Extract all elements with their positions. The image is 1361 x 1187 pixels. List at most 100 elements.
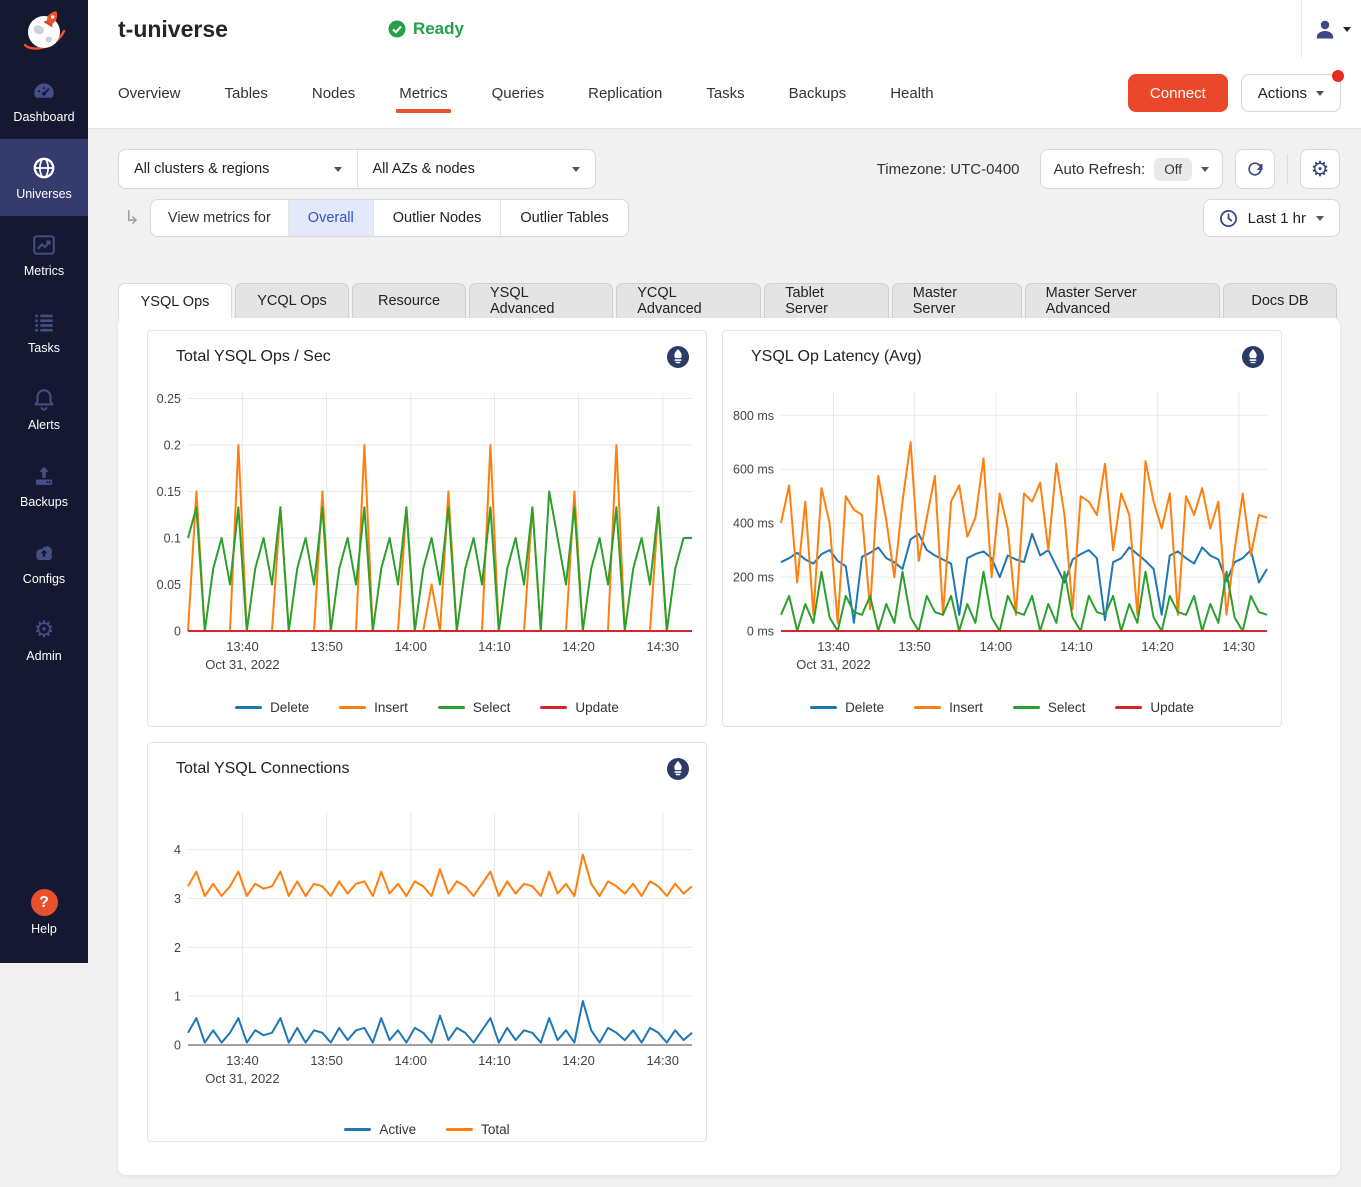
- y-tick-label: 0.05: [157, 578, 181, 592]
- metric-tab-ycql-advanced[interactable]: YCQL Advanced: [616, 283, 761, 318]
- x-tick-label: 14:10: [478, 639, 511, 654]
- metric-tab-ysql-advanced[interactable]: YSQL Advanced: [469, 283, 613, 318]
- sidebar-item-label: Metrics: [24, 264, 64, 278]
- tab-tables[interactable]: Tables: [225, 85, 268, 102]
- chevron-down-icon: [1316, 91, 1324, 96]
- metric-tab-ysql-ops[interactable]: YSQL Ops: [118, 283, 232, 319]
- sidebar-item-admin[interactable]: ⚙ Admin: [0, 601, 88, 678]
- legend-item-update[interactable]: Update: [1115, 700, 1194, 715]
- tab-backups[interactable]: Backups: [789, 85, 847, 102]
- time-range-select[interactable]: Last 1 hr: [1203, 199, 1340, 237]
- legend-item-delete[interactable]: Delete: [810, 700, 884, 715]
- sidebar-item-label: Backups: [20, 495, 68, 509]
- legend-item-select[interactable]: Select: [438, 700, 511, 715]
- connect-button[interactable]: Connect: [1128, 74, 1228, 112]
- legend-item-update[interactable]: Update: [540, 700, 619, 715]
- tab-queries[interactable]: Queries: [492, 85, 545, 102]
- app-logo[interactable]: [0, 0, 88, 62]
- x-tick-label: 14:00: [394, 1053, 427, 1068]
- x-axis-date-label: Oct 31, 2022: [796, 657, 870, 672]
- auto-refresh-control[interactable]: Auto Refresh: Off: [1040, 149, 1223, 189]
- sidebar-item-dashboard[interactable]: Dashboard: [0, 62, 88, 139]
- sidebar-item-configs[interactable]: Configs: [0, 524, 88, 601]
- tab-tasks[interactable]: Tasks: [706, 85, 744, 102]
- legend-swatch: [339, 706, 366, 709]
- chart-title: Total YSQL Connections: [176, 760, 349, 778]
- tab-nodes[interactable]: Nodes: [312, 85, 355, 102]
- x-tick-label: 14:20: [562, 639, 595, 654]
- tab-health[interactable]: Health: [890, 85, 933, 102]
- chart-legend: Active Total: [148, 1122, 706, 1137]
- sidebar-item-alerts[interactable]: Alerts: [0, 370, 88, 447]
- metrics-settings-button[interactable]: ⚙: [1300, 149, 1340, 189]
- legend-item-total[interactable]: Total: [446, 1122, 510, 1137]
- sidebar-item-label: Admin: [26, 649, 61, 663]
- legend-swatch: [1013, 706, 1040, 709]
- tab-replication[interactable]: Replication: [588, 85, 662, 102]
- chart-plot: 13:4013:5014:0014:1014:2014:3001234Oct 3…: [148, 805, 706, 1096]
- chart-plot: 13:4013:5014:0014:1014:2014:300 ms200 ms…: [723, 383, 1281, 682]
- sidebar-item-metrics[interactable]: Metrics: [0, 216, 88, 293]
- sidebar-item-backups[interactable]: Backups: [0, 447, 88, 524]
- legend-label: Delete: [270, 700, 309, 715]
- chart-card-total-ysql-ops: Total YSQL Ops / Sec 13:4013:5014:0014:1…: [147, 330, 707, 727]
- line-chart-icon: [31, 232, 57, 258]
- prometheus-icon[interactable]: [1241, 345, 1265, 369]
- chevron-down-icon: [334, 167, 342, 172]
- legend-item-delete[interactable]: Delete: [235, 700, 309, 715]
- sidebar-item-universes[interactable]: Universes: [0, 139, 88, 216]
- scope-tab-outlier-tables[interactable]: Outlier Tables: [500, 200, 627, 236]
- sidebar-item-label: Tasks: [28, 341, 60, 355]
- series-total: [188, 855, 692, 897]
- tab-metrics[interactable]: Metrics: [399, 85, 447, 102]
- main-area: t-universe Ready Overview Tables Nodes M…: [88, 0, 1361, 1187]
- x-tick-label: 14:00: [394, 639, 427, 654]
- legend-swatch: [810, 706, 837, 709]
- clusters-regions-value: All clusters & regions: [134, 161, 269, 177]
- chevron-down-icon: [1343, 27, 1351, 32]
- x-tick-label: 13:50: [310, 639, 343, 654]
- legend-swatch: [1115, 706, 1142, 709]
- sidebar-item-label: Dashboard: [13, 110, 74, 124]
- legend-item-insert[interactable]: Insert: [339, 700, 408, 715]
- refresh-button[interactable]: [1235, 149, 1275, 189]
- refresh-icon: [1245, 159, 1265, 179]
- legend-item-active[interactable]: Active: [344, 1122, 416, 1137]
- sidebar-item-help[interactable]: ? Help: [0, 874, 88, 951]
- notification-dot: [1332, 70, 1344, 82]
- actions-button[interactable]: Actions: [1241, 74, 1341, 112]
- sidebar-item-tasks[interactable]: Tasks: [0, 293, 88, 370]
- scope-tab-outlier-nodes[interactable]: Outlier Nodes: [373, 200, 501, 236]
- x-tick-label: 14:30: [646, 1053, 679, 1068]
- legend-swatch: [344, 1128, 371, 1131]
- tab-overview[interactable]: Overview: [118, 85, 181, 102]
- legend-swatch: [438, 706, 465, 709]
- metric-tab-master-server[interactable]: Master Server: [892, 283, 1022, 318]
- metric-tab-ycql-ops[interactable]: YCQL Ops: [235, 283, 349, 318]
- chart-canvas: 13:4013:5014:0014:1014:2014:3001234Oct 3…: [148, 805, 700, 1091]
- scope-tab-overall[interactable]: Overall: [288, 200, 373, 236]
- metric-tab-tablet-server[interactable]: Tablet Server: [764, 283, 889, 318]
- x-tick-label: 13:40: [226, 1053, 259, 1068]
- gear-icon: ⚙: [34, 617, 55, 643]
- prometheus-icon[interactable]: [666, 757, 690, 781]
- x-tick-label: 14:30: [1223, 639, 1256, 654]
- prometheus-icon[interactable]: [666, 345, 690, 369]
- metric-tab-bar: YSQL Ops YCQL Ops Resource YSQL Advanced…: [118, 283, 1340, 318]
- legend-item-insert[interactable]: Insert: [914, 700, 983, 715]
- azs-nodes-select[interactable]: All AZs & nodes: [358, 150, 596, 188]
- metric-tab-docs-db[interactable]: Docs DB: [1223, 283, 1337, 318]
- header-title-row: t-universe Ready: [88, 0, 1361, 58]
- legend-item-select[interactable]: Select: [1013, 700, 1086, 715]
- user-menu[interactable]: [1301, 0, 1361, 58]
- list-icon: [31, 309, 57, 335]
- metric-tab-master-server-advanced[interactable]: Master Server Advanced: [1025, 283, 1220, 318]
- y-tick-label: 0 ms: [747, 625, 774, 639]
- series-active: [188, 1001, 692, 1043]
- clusters-regions-select[interactable]: All clusters & regions: [119, 150, 358, 188]
- x-tick-label: 14:30: [646, 639, 679, 654]
- view-metrics-for-label: View metrics for: [151, 200, 288, 236]
- metric-tab-resource[interactable]: Resource: [352, 283, 466, 318]
- view-metrics-for-group: View metrics for Overall Outlier Nodes O…: [150, 199, 629, 237]
- x-axis-date-label: Oct 31, 2022: [205, 1071, 279, 1086]
